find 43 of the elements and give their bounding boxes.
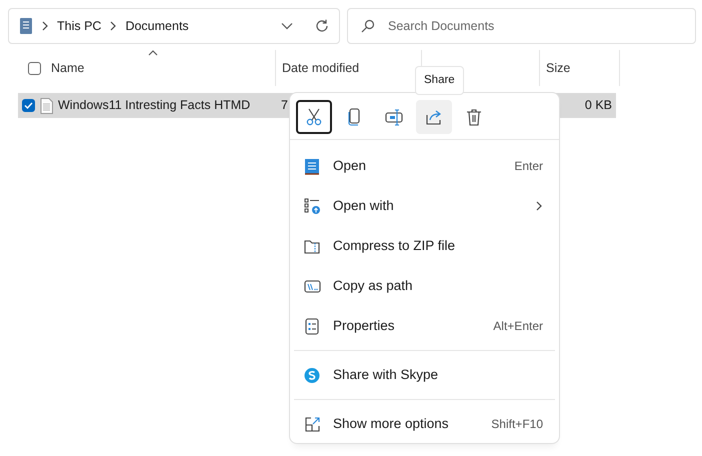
breadcrumb-item[interactable]: Documents — [125, 16, 189, 36]
menu-item[interactable]: Properties Alt+Enter — [290, 306, 559, 346]
cut-icon — [305, 108, 323, 126]
menu-item[interactable]: Open Enter — [290, 146, 559, 186]
dropdown-icon — [281, 22, 293, 30]
select-all-checkbox[interactable] — [28, 62, 41, 74]
shortcut-text: Alt+Enter — [493, 318, 543, 335]
file-name: Windows11 Intresting Facts HTMD — [58, 97, 252, 114]
open-with-icon — [304, 198, 321, 214]
chevron-icon — [41, 21, 49, 31]
date-cell-text: 7 — [281, 97, 288, 114]
notepad-icon — [304, 158, 321, 174]
toolbar-button[interactable] — [296, 100, 332, 134]
menu-item[interactable]: Share with Skype — [290, 355, 559, 395]
chevron-icon — [109, 21, 118, 31]
shortcut-text: Enter — [514, 158, 543, 175]
skype-icon — [304, 366, 321, 384]
chevron-icon — [535, 201, 543, 211]
column-header[interactable]: Name — [51, 58, 84, 78]
menu-item[interactable]: Copy as path — [290, 266, 559, 306]
tooltip: Share — [415, 66, 464, 96]
menu-item[interactable]: Show more options Shift+F10 — [290, 404, 559, 444]
size-cell-text: 0 KB — [584, 97, 612, 114]
search-field[interactable]: Search Documents — [347, 8, 696, 44]
copy-path-icon — [304, 278, 321, 294]
document-icon — [19, 17, 33, 35]
show-more-icon — [304, 416, 321, 432]
shortcut-text: Shift+F10 — [491, 416, 543, 433]
zip-folder-icon — [304, 238, 321, 254]
file-icon — [40, 98, 53, 114]
properties-icon — [304, 318, 321, 334]
menu-item[interactable]: Compress to ZIP file — [290, 226, 559, 266]
rename-icon — [385, 108, 403, 126]
column-header[interactable]: Date modified — [282, 58, 360, 78]
column-header[interactable]: Size — [546, 58, 570, 78]
breadcrumb-item[interactable]: This PC — [57, 16, 102, 36]
refresh-icon — [315, 19, 329, 33]
menu-item[interactable]: Open with — [290, 186, 559, 226]
trash-icon — [465, 108, 483, 126]
address-bar[interactable]: This PC Documents — [8, 8, 340, 44]
row-checkbox[interactable] — [22, 99, 35, 112]
toolbar-button[interactable] — [416, 100, 452, 134]
share-icon — [425, 108, 443, 126]
